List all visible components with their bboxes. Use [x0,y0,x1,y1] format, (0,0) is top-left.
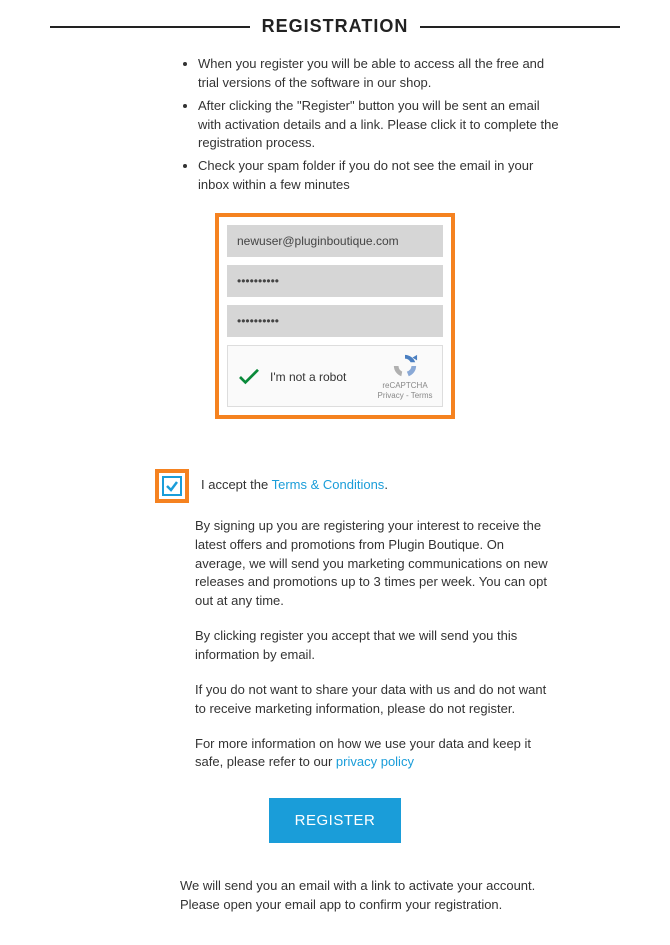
divider [420,26,620,28]
recaptcha-label: I'm not a robot [270,370,376,384]
recaptcha-icon [390,353,420,379]
intro-bullets: When you register you will be able to ac… [50,55,620,195]
terms-conditions-link[interactable]: Terms & Conditions [272,477,385,492]
email-field[interactable] [227,225,443,257]
page-title: REGISTRATION [250,16,421,37]
recaptcha-legal-text: Privacy - Terms [376,391,434,401]
registration-form-highlight: I'm not a robot reCAPTCHA Privacy - Term… [215,213,455,419]
consent-prefix: I accept the [201,477,272,492]
divider [50,26,250,28]
marketing-disclosure: By signing up you are registering your i… [195,517,550,611]
checkmark-icon [238,368,260,386]
activation-instructions: We will send you an email with a link to… [50,877,620,915]
register-button[interactable]: REGISTER [269,798,402,843]
terms-consent-text: I accept the Terms & Conditions. [201,469,388,492]
bullet-item: When you register you will be able to ac… [198,55,560,93]
email-disclosure: By clicking register you accept that we … [195,627,550,665]
recaptcha-branding: reCAPTCHA Privacy - Terms [376,353,434,400]
checkmark-icon [165,479,179,493]
terms-consent-row: I accept the Terms & Conditions. [160,469,550,503]
consent-suffix: . [384,477,388,492]
password-field[interactable] [227,265,443,297]
recaptcha-brand-text: reCAPTCHA [376,381,434,391]
recaptcha-widget[interactable]: I'm not a robot reCAPTCHA Privacy - Term… [227,345,443,407]
optout-disclosure: If you do not want to share your data wi… [195,681,550,719]
confirm-password-field[interactable] [227,305,443,337]
privacy-disclosure: For more information on how we use your … [195,735,550,773]
privacy-policy-link[interactable]: privacy policy [336,754,414,769]
checkbox-highlight [155,469,189,503]
bullet-item: After clicking the "Register" button you… [198,97,560,154]
page-title-row: REGISTRATION [50,16,620,37]
terms-checkbox[interactable] [162,476,182,496]
bullet-item: Check your spam folder if you do not see… [198,157,560,195]
